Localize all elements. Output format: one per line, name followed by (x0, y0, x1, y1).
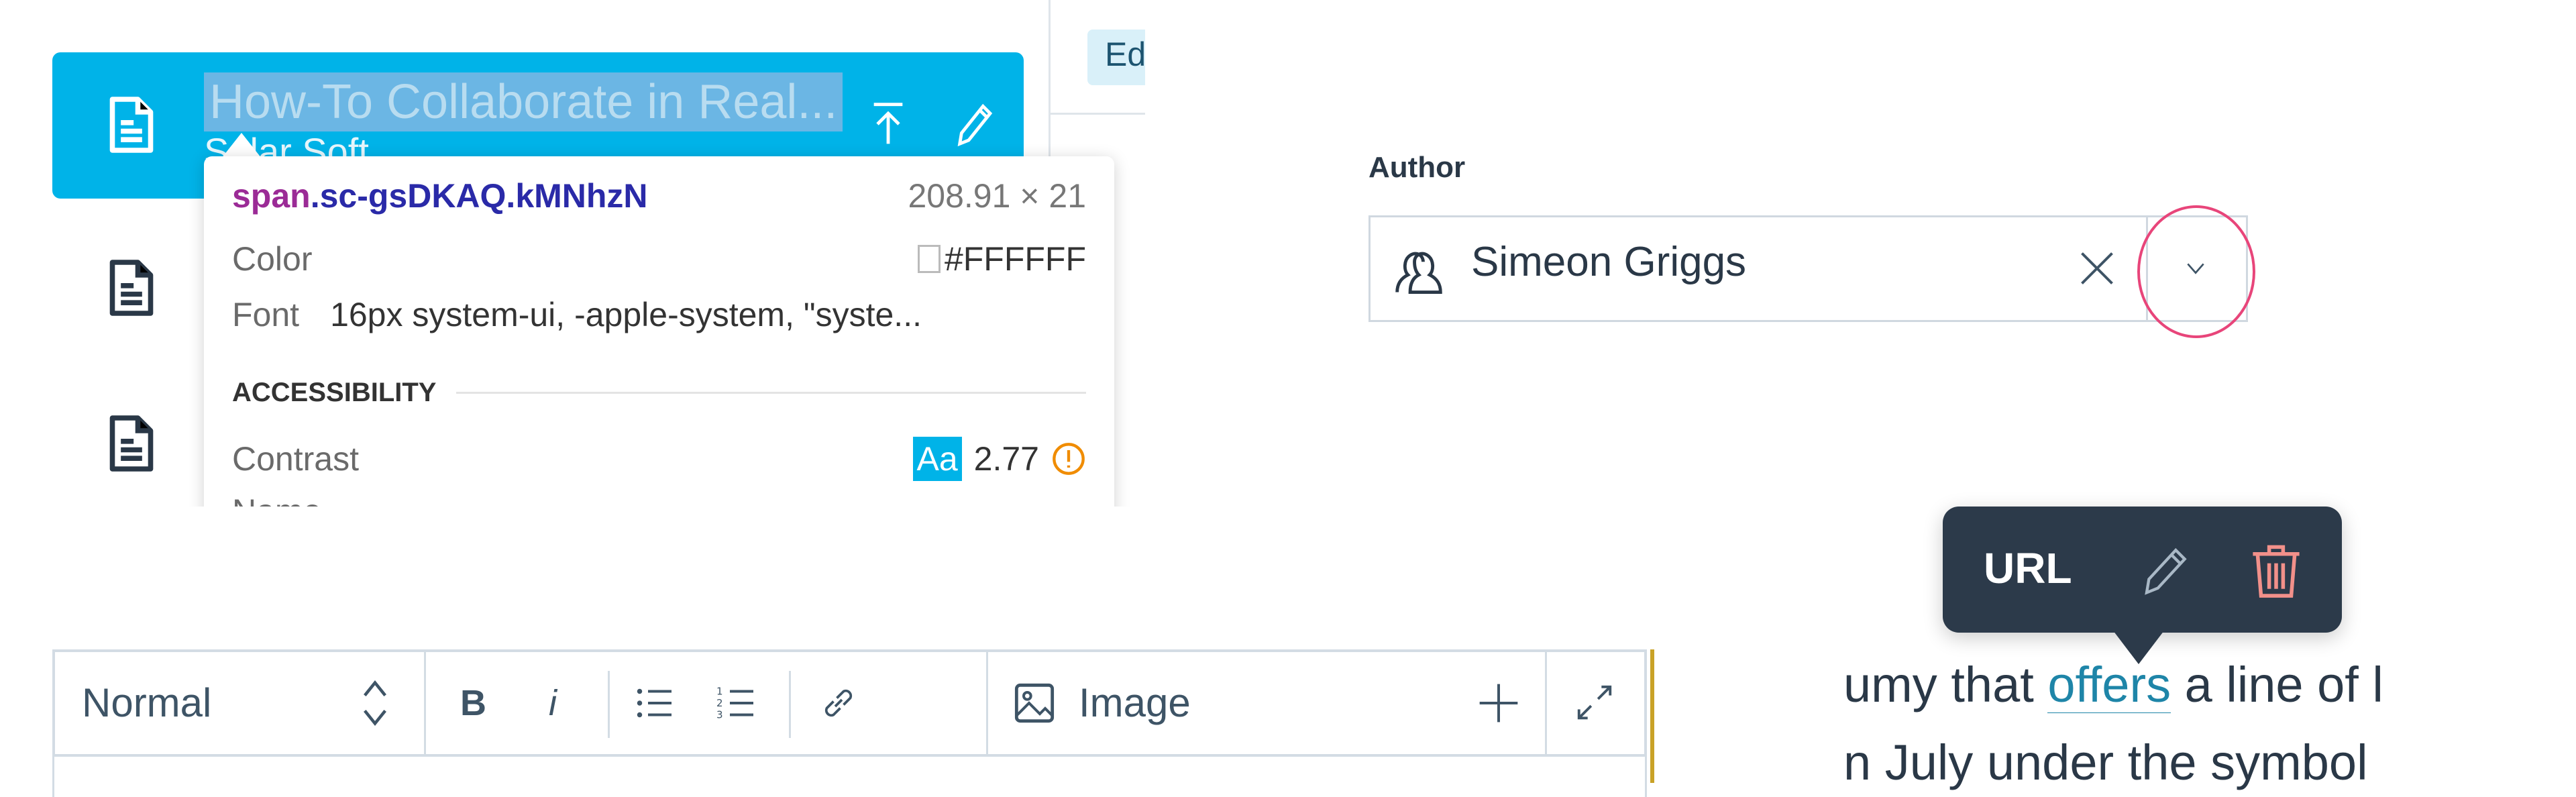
editor-body[interactable] (52, 757, 1647, 797)
focus-bar (1650, 649, 1654, 783)
text-span: umy that (1843, 657, 2048, 712)
image-button[interactable]: Image (1079, 649, 1191, 757)
contrast-value: 2.77 (973, 440, 1039, 478)
document-icon (106, 258, 157, 318)
contrast-label: Contrast (232, 440, 359, 478)
document-icon (106, 95, 157, 155)
body-text-line-2: n July under the symbol (1843, 735, 2368, 790)
plus-icon[interactable] (1476, 680, 1521, 726)
document-title: How-To Collaborate in Real... (204, 72, 843, 131)
warning-icon (1051, 441, 1086, 476)
author-value: Simeon Griggs (1471, 239, 1747, 285)
tooltip-arrow (221, 133, 262, 158)
color-value: #FFFFFF (944, 240, 1086, 278)
element-tag: span (232, 177, 311, 215)
svg-text:3: 3 (716, 709, 723, 721)
name-label: Name (232, 492, 321, 507)
url-label[interactable]: URL (1984, 543, 2072, 593)
numbered-list-icon[interactable]: 123 (716, 683, 757, 723)
contrast-badge: Aa (912, 437, 962, 481)
bold-button[interactable]: B (460, 649, 486, 757)
element-dimensions: 208.91 × 21 (908, 177, 1086, 215)
highlight-circle (2137, 205, 2255, 338)
element-class: .sc-gsDKAQ.kMNhzN (310, 177, 648, 215)
tab-badge[interactable]: Ed (1087, 30, 1145, 85)
chevron-updown-icon[interactable] (360, 678, 390, 729)
font-value: 16px system-ui, -apple-system, "syste... (330, 296, 922, 333)
inspector-tooltip: span .sc-gsDKAQ.kMNhzN 208.91 × 21 Color … (204, 156, 1114, 507)
clear-icon[interactable] (2077, 248, 2117, 288)
author-label: Author (1368, 151, 1466, 184)
link-icon[interactable] (818, 683, 859, 723)
svg-text:1: 1 (716, 686, 723, 698)
text-link[interactable]: offers (2047, 657, 2171, 713)
divider (1049, 113, 1145, 115)
trash-icon[interactable] (2247, 540, 2305, 600)
divider (456, 392, 1086, 394)
pencil-icon[interactable] (953, 101, 996, 148)
upload-icon[interactable] (867, 101, 910, 148)
accessibility-heading: ACCESSIBILITY (232, 378, 437, 407)
font-label: Font (232, 296, 300, 333)
color-swatch (917, 245, 941, 273)
body-text-line-1: umy that offers a line of l (1843, 656, 2504, 713)
document-icon (106, 413, 157, 474)
image-icon (1013, 682, 1056, 725)
expand-icon[interactable] (1574, 682, 1615, 723)
style-select[interactable]: Normal (82, 649, 211, 757)
pencil-icon[interactable] (2140, 543, 2194, 597)
svg-text:2: 2 (716, 697, 723, 709)
user-icon (1392, 240, 1446, 297)
italic-button[interactable]: i (549, 649, 557, 757)
document-list-panel: How-To Collaborate in Real... Solar Soft… (0, 0, 1145, 507)
color-label: Color (232, 240, 313, 278)
text-span: a line of l (2171, 657, 2383, 712)
bulleted-list-icon[interactable] (635, 683, 675, 723)
